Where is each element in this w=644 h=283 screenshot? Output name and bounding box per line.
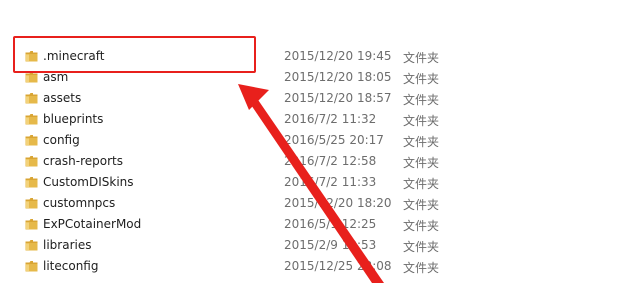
file-type: 文件夹	[403, 177, 440, 191]
file-type: 文件夹	[403, 198, 440, 212]
file-name: config	[43, 133, 80, 147]
file-row[interactable]: assets 2015/12/20 18:57 文件夹	[0, 88, 644, 109]
file-name: libraries	[43, 238, 92, 252]
folder-icon	[25, 197, 38, 209]
file-type: 文件夹	[403, 51, 440, 65]
file-date: 2015/12/20 18:20	[284, 196, 392, 210]
file-date: 2016/7/2 11:32	[284, 112, 377, 126]
file-type: 文件夹	[403, 261, 440, 275]
file-date: 2016/5/25 20:17	[284, 133, 384, 147]
file-row[interactable]: libraries 2015/2/9 19:53 文件夹	[0, 235, 644, 256]
file-type: 文件夹	[403, 72, 440, 86]
file-name: CustomDISkins	[43, 175, 134, 189]
file-date: 2016/7/2 11:33	[284, 175, 377, 189]
file-row[interactable]: liteconfig 2015/12/25 23:08 文件夹	[0, 256, 644, 277]
file-date: 2015/2/9 19:53	[284, 238, 377, 252]
file-type: 文件夹	[403, 219, 440, 233]
file-name: customnpcs	[43, 196, 116, 210]
file-name: ExPCotainerMod	[43, 217, 142, 231]
folder-icon	[25, 176, 38, 188]
folder-icon	[25, 92, 38, 104]
file-date: 2016/7/2 12:58	[284, 154, 377, 168]
file-date: 2015/12/20 18:57	[284, 91, 392, 105]
folder-icon	[25, 155, 38, 167]
file-row[interactable]: ExPCotainerMod 2016/5/1 12:25 文件夹	[0, 214, 644, 235]
file-name: crash-reports	[43, 154, 123, 168]
file-type: 文件夹	[403, 135, 440, 149]
file-type: 文件夹	[403, 156, 440, 170]
folder-icon	[25, 260, 38, 272]
file-row[interactable]: blueprints 2016/7/2 11:32 文件夹	[0, 109, 644, 130]
file-date: 2015/12/25 23:08	[284, 259, 392, 273]
file-date: 2016/5/1 12:25	[284, 217, 377, 231]
file-row[interactable]: config 2016/5/25 20:17 文件夹	[0, 130, 644, 151]
file-date: 2015/12/20 19:45	[284, 49, 392, 63]
file-type: 文件夹	[403, 93, 440, 107]
file-row[interactable]: crash-reports 2016/7/2 12:58 文件夹	[0, 151, 644, 172]
file-row[interactable]: CustomDISkins 2016/7/2 11:33 文件夹	[0, 172, 644, 193]
folder-icon	[25, 134, 38, 146]
folder-icon	[25, 113, 38, 125]
file-type: 文件夹	[403, 114, 440, 128]
file-name: blueprints	[43, 112, 104, 126]
file-row[interactable]: customnpcs 2015/12/20 18:20 文件夹	[0, 193, 644, 214]
folder-icon	[25, 239, 38, 251]
folder-icon	[25, 218, 38, 230]
file-name: assets	[43, 91, 82, 105]
file-name: liteconfig	[43, 259, 99, 273]
file-date: 2015/12/20 18:05	[284, 70, 392, 84]
file-type: 文件夹	[403, 240, 440, 254]
highlight-box	[13, 36, 256, 73]
